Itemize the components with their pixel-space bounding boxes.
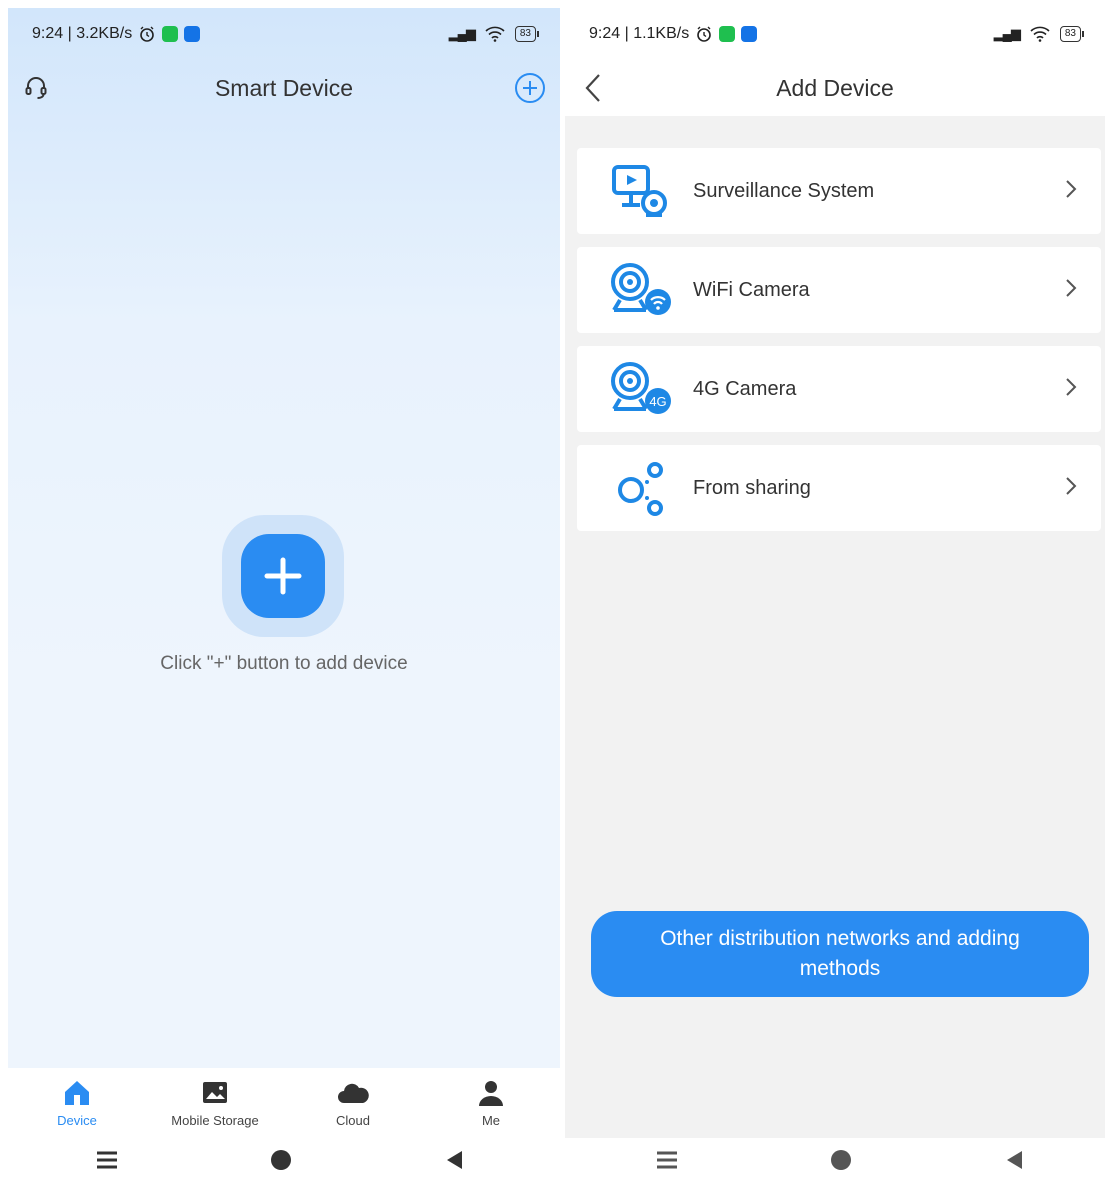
status-bar: 9:24 | 3.2KB/s ▂▄▆ 83 [8,8,560,60]
item-label: WiFi Camera [693,278,810,301]
list-item-4g-camera[interactable]: 4G 4G Camera [577,346,1101,432]
battery-indicator: 83 [514,26,540,42]
item-label: 4G Camera [693,377,797,400]
status-time: 9:24 | 1.1KB/s [589,25,690,42]
headset-icon[interactable] [22,74,50,102]
recent-apps-icon[interactable] [96,1150,118,1170]
chevron-right-icon [1066,378,1077,396]
4g-badge-text: 4G [649,394,666,409]
share-icon [605,456,677,520]
home-button-icon[interactable] [830,1149,852,1171]
home-icon [65,1081,89,1105]
person-icon [479,1081,503,1106]
list-item-from-sharing[interactable]: From sharing [577,445,1101,531]
alarm-icon [697,26,712,42]
add-device-screen: 9:24 | 1.1KB/s ▂▄▆ 83 Add Device Surveil… [565,8,1105,1138]
plus-icon [264,557,302,595]
page-title: Add Device [776,74,894,101]
wifi-camera-icon [605,258,677,322]
top-nav: Smart Device [8,60,560,116]
item-label: From sharing [693,476,811,499]
add-device-button[interactable] [241,534,325,618]
app-notification-icon [741,26,758,42]
add-device-button-wrap [222,515,344,637]
back-chevron-icon[interactable] [579,74,607,102]
wifi-status-icon [1030,26,1050,42]
tab-mobile-storage[interactable]: Mobile Storage [155,1078,275,1128]
app-notification-icon [184,26,201,42]
tab-label: Mobile Storage [171,1113,259,1128]
status-bar: 9:24 | 1.1KB/s ▂▄▆ 83 [565,8,1105,60]
tab-me[interactable]: Me [431,1078,551,1128]
chat-app-icon [162,26,179,42]
top-nav: Add Device [565,60,1105,116]
tab-label: Cloud [336,1113,370,1128]
empty-state-hint: Click "+" button to add device [160,653,408,674]
item-label: Surveillance System [693,179,875,202]
recent-apps-icon[interactable] [656,1150,678,1170]
alarm-icon [140,26,155,42]
tab-cloud[interactable]: Cloud [293,1078,413,1128]
signal-icon: ▂▄▆ [448,26,476,41]
chevron-right-icon [1066,180,1077,198]
home-button-icon[interactable] [270,1149,292,1171]
battery-indicator: 83 [1059,26,1085,42]
add-circle-icon[interactable] [514,72,546,104]
list-item-wifi-camera[interactable]: WiFi Camera [577,247,1101,522]
surveillance-system-icon [605,159,677,223]
back-triangle-icon[interactable] [1004,1149,1024,1171]
4g-camera-icon: 4G [605,357,677,421]
tab-device[interactable]: Device [17,1078,137,1128]
bottom-tab-bar: Device Mobile Storage Cloud Me [8,1068,560,1138]
list-item-surveillance-system[interactable]: Surveillance System [577,148,1101,234]
device-type-list: Surveillance System WiFi Camera 4G 4G Ca… [577,148,1101,544]
system-nav-right [580,1140,1100,1180]
signal-icon: ▂▄▆ [993,26,1021,41]
page-title: Smart Device [214,74,354,101]
image-icon [203,1082,227,1103]
wifi-status-icon [485,26,505,42]
other-methods-button[interactable]: Other distribution networks and adding m… [591,911,1089,997]
chevron-right-icon [1066,279,1077,297]
system-nav-left [20,1140,540,1180]
tab-label: Me [481,1113,501,1128]
back-triangle-icon[interactable] [444,1149,464,1171]
status-time: 9:24 | 3.2KB/s [32,25,133,42]
chat-app-icon [719,26,736,42]
smart-device-screen: 9:24 | 3.2KB/s ▂▄▆ 83 Smart Device Click… [8,8,560,1138]
tab-label: Device [57,1113,97,1128]
cloud-icon [338,1083,369,1103]
chevron-right-icon [1066,477,1077,495]
